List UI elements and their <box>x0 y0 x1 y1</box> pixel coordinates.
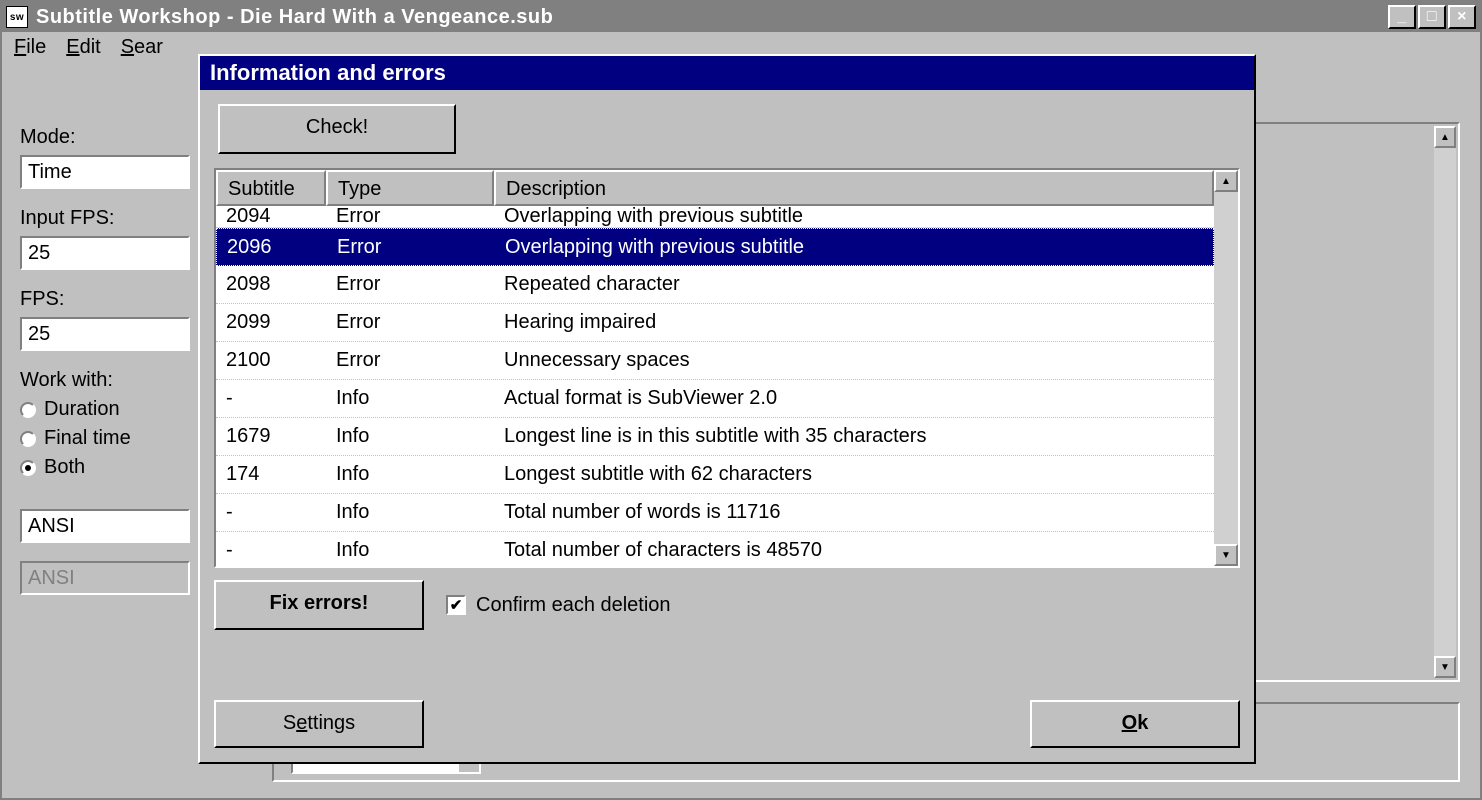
inputfps-label: Input FPS: <box>20 207 200 230</box>
cell-description: Longest line is in this subtitle with 35… <box>494 421 1214 452</box>
info-errors-dialog: Information and errors Check! Subtitle T… <box>198 54 1256 764</box>
cell-subtitle: - <box>216 383 326 414</box>
window-title: Subtitle Workshop - Die Hard With a Veng… <box>36 6 1388 29</box>
workwith-label: Work with: <box>20 369 200 392</box>
mode-label: Mode: <box>20 126 200 149</box>
cell-subtitle: - <box>216 535 326 566</box>
scroll-up-icon[interactable]: ▲ <box>1214 170 1238 192</box>
table-row[interactable]: -InfoActual format is SubViewer 2.0 <box>216 380 1214 418</box>
ok-button[interactable]: Ok <box>1030 700 1240 748</box>
cell-subtitle: 2094 <box>216 206 326 228</box>
col-type[interactable]: Type <box>326 170 494 206</box>
dialog-title[interactable]: Information and errors <box>200 56 1254 90</box>
table-row[interactable]: 2096ErrorOverlapping with previous subti… <box>216 228 1214 266</box>
scroll-down-icon[interactable]: ▼ <box>1434 656 1456 678</box>
confirm-checkbox[interactable]: ✔ <box>446 595 466 615</box>
settings-button[interactable]: Settings <box>214 700 424 748</box>
cell-subtitle: 2100 <box>216 345 326 376</box>
minimize-button[interactable]: _ <box>1388 5 1416 29</box>
table-row[interactable]: 2094ErrorOverlapping with previous subti… <box>216 206 1214 228</box>
radio-duration[interactable]: Duration <box>20 398 200 421</box>
cell-type: Info <box>326 383 494 414</box>
close-button[interactable]: × <box>1448 5 1476 29</box>
fps-label: FPS: <box>20 288 200 311</box>
cell-type: Error <box>326 206 494 228</box>
scroll-up-icon[interactable]: ▲ <box>1434 126 1456 148</box>
cell-description: Overlapping with previous subtitle <box>495 232 1213 263</box>
table-header: Subtitle Type Description <box>216 170 1214 206</box>
cell-subtitle: 2098 <box>216 269 326 300</box>
menu-search[interactable]: Sear <box>121 36 163 59</box>
menu-file[interactable]: File <box>14 36 46 59</box>
cell-type: Info <box>326 535 494 566</box>
cell-subtitle: 2096 <box>217 232 327 263</box>
left-panel: Mode: Time Input FPS: 25 FPS: 25 Work wi… <box>20 126 200 613</box>
table-row[interactable]: -InfoTotal number of words is 11716 <box>216 494 1214 532</box>
col-description[interactable]: Description <box>494 170 1214 206</box>
cell-type: Error <box>327 232 495 263</box>
cell-type: Info <box>326 497 494 528</box>
cell-description: Actual format is SubViewer 2.0 <box>494 383 1214 414</box>
main-window: sw Subtitle Workshop - Die Hard With a V… <box>0 0 1482 800</box>
scroll-down-icon[interactable]: ▼ <box>1214 544 1238 566</box>
cell-description: Unnecessary spaces <box>494 345 1214 376</box>
mode-field[interactable]: Time <box>20 155 190 189</box>
cell-description: Longest subtitle with 62 characters <box>494 459 1214 490</box>
table-row[interactable]: -InfoTotal number of characters is 48570 <box>216 532 1214 566</box>
charset2-field: ANSI <box>20 561 190 595</box>
inputfps-field[interactable]: 25 <box>20 236 190 270</box>
radio-finaltime[interactable]: Final time <box>20 427 200 450</box>
cell-description: Total number of words is 11716 <box>494 497 1214 528</box>
menu-edit[interactable]: Edit <box>66 36 100 59</box>
charset1-field[interactable]: ANSI <box>20 509 190 543</box>
cell-description: Hearing impaired <box>494 307 1214 338</box>
cell-type: Info <box>326 421 494 452</box>
confirm-label: Confirm each deletion <box>476 594 671 617</box>
cell-subtitle: 174 <box>216 459 326 490</box>
table-row[interactable]: 2100ErrorUnnecessary spaces <box>216 342 1214 380</box>
col-subtitle[interactable]: Subtitle <box>216 170 326 206</box>
cell-type: Error <box>326 307 494 338</box>
cell-description: Repeated character <box>494 269 1214 300</box>
app-icon: sw <box>6 6 28 28</box>
errors-table[interactable]: Subtitle Type Description 2094ErrorOverl… <box>216 170 1214 566</box>
table-row[interactable]: 1679InfoLongest line is in this subtitle… <box>216 418 1214 456</box>
table-row[interactable]: 174InfoLongest subtitle with 62 characte… <box>216 456 1214 494</box>
cell-subtitle: - <box>216 497 326 528</box>
table-scrollbar[interactable]: ▲ ▼ <box>1214 170 1238 566</box>
cell-subtitle: 1679 <box>216 421 326 452</box>
fix-errors-button[interactable]: Fix errors! <box>214 580 424 630</box>
table-row[interactable]: 2099ErrorHearing impaired <box>216 304 1214 342</box>
main-titlebar[interactable]: sw Subtitle Workshop - Die Hard With a V… <box>2 2 1480 32</box>
radio-both[interactable]: Both <box>20 456 200 479</box>
fps-field[interactable]: 25 <box>20 317 190 351</box>
cell-description: Overlapping with previous subtitle <box>494 206 1214 228</box>
cell-subtitle: 2099 <box>216 307 326 338</box>
cell-type: Error <box>326 345 494 376</box>
errors-table-panel: Subtitle Type Description 2094ErrorOverl… <box>214 168 1240 568</box>
maximize-button[interactable]: □ <box>1418 5 1446 29</box>
cell-type: Info <box>326 459 494 490</box>
check-button[interactable]: Check! <box>218 104 456 154</box>
cell-type: Error <box>326 269 494 300</box>
table-row[interactable]: 2098ErrorRepeated character <box>216 266 1214 304</box>
main-scrollbar[interactable]: ▲ ▼ <box>1434 126 1456 678</box>
cell-description: Total number of characters is 48570 <box>494 535 1214 566</box>
